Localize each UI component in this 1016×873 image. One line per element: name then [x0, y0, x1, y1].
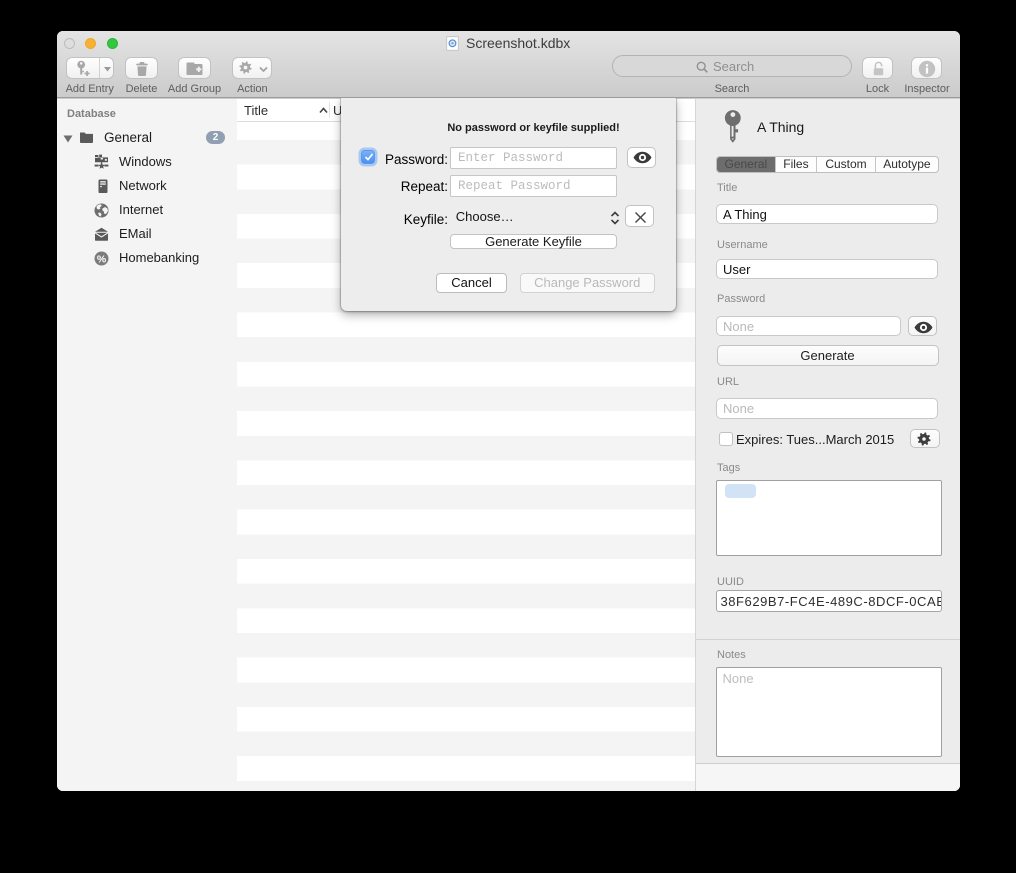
svg-text:%: % — [97, 253, 107, 265]
